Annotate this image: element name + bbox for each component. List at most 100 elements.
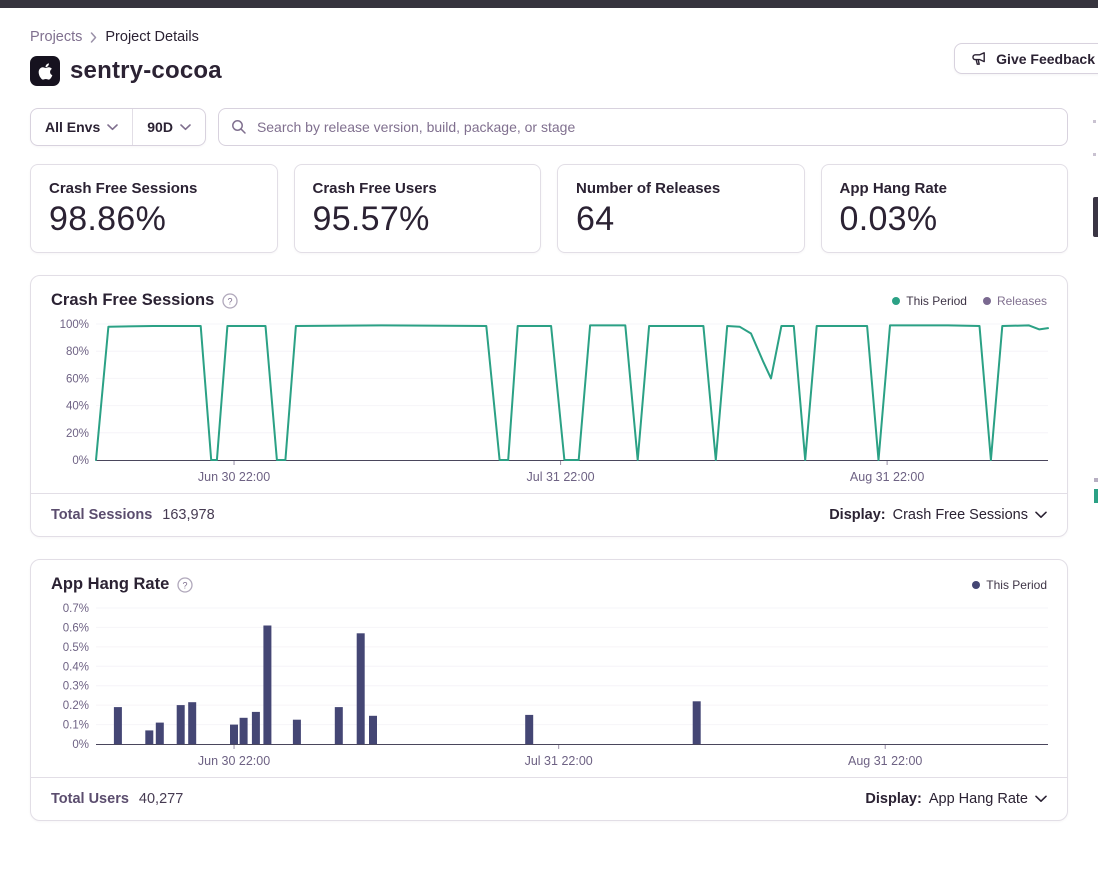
bar <box>357 633 365 744</box>
x-tick-label: Jul 31 22:00 <box>527 470 595 484</box>
y-tick-label: 0.7% <box>63 603 89 615</box>
bar <box>252 712 260 744</box>
stat-cards: Crash Free Sessions 98.86% Crash Free Us… <box>30 164 1068 253</box>
date-range-selector[interactable]: 90D <box>132 109 205 145</box>
bar <box>263 626 271 745</box>
stat-value: 95.57% <box>313 200 523 239</box>
x-tick-label: Aug 31 22:00 <box>850 470 924 484</box>
help-circle-icon[interactable]: ? <box>222 293 238 309</box>
release-search <box>218 108 1068 146</box>
display-selector[interactable]: Display: App Hang Rate <box>865 791 1047 807</box>
page-title: sentry-cocoa <box>70 57 222 85</box>
stat-value: 64 <box>576 200 786 239</box>
search-input[interactable] <box>218 108 1068 146</box>
top-accent-bar <box>0 0 1098 8</box>
filter-bar: All Envs 90D <box>30 108 1068 146</box>
give-feedback-button[interactable]: Give Feedback <box>954 43 1098 74</box>
x-tick-label: Jul 31 22:00 <box>525 754 593 768</box>
total-label: Total Sessions <box>51 507 152 523</box>
x-tick-label: Jun 30 22:00 <box>198 470 270 484</box>
bar <box>177 705 185 744</box>
y-tick-label: 0% <box>72 739 89 751</box>
env-date-picker-group: All Envs 90D <box>30 108 206 146</box>
stat-card-crash-free-sessions: Crash Free Sessions 98.86% <box>30 164 278 253</box>
stat-card-app-hang-rate: App Hang Rate 0.03% <box>821 164 1069 253</box>
bar <box>188 702 196 744</box>
legend-label: Releases <box>997 294 1047 308</box>
y-tick-label: 40% <box>66 401 89 413</box>
breadcrumb-projects-link[interactable]: Projects <box>30 29 82 45</box>
display-selector[interactable]: Display: Crash Free Sessions <box>829 507 1047 523</box>
chevron-right-icon <box>90 32 97 43</box>
bar <box>145 730 153 744</box>
total-sessions: Total Sessions 163,978 <box>51 507 215 523</box>
clipped-content-sliver <box>1094 489 1098 503</box>
panel-footer: Total Sessions 163,978 Display: Crash Fr… <box>31 493 1067 536</box>
legend-item-releases[interactable]: Releases <box>983 294 1047 308</box>
environment-selector-label: All Envs <box>45 119 100 135</box>
chevron-down-icon <box>180 124 191 131</box>
chart-title: App Hang Rate <box>51 575 169 594</box>
total-value: 40,277 <box>139 791 183 807</box>
y-tick-label: 0.1% <box>63 720 89 732</box>
legend-item-this-period[interactable]: This Period <box>892 294 967 308</box>
legend-item-this-period[interactable]: This Period <box>972 578 1047 592</box>
chart-legend: This Period Releases <box>892 294 1047 308</box>
panel-header: Crash Free Sessions ? This Period Releas… <box>31 276 1067 312</box>
stat-label: Crash Free Users <box>313 180 523 197</box>
svg-text:?: ? <box>228 296 233 306</box>
stat-label: Crash Free Sessions <box>49 180 259 197</box>
chevron-down-icon <box>107 124 118 131</box>
breadcrumb-current: Project Details <box>105 29 198 45</box>
bar <box>335 707 343 744</box>
clipped-content-sliver <box>1093 153 1096 156</box>
chart-title: Crash Free Sessions <box>51 291 214 310</box>
total-users: Total Users 40,277 <box>51 791 183 807</box>
breadcrumb: Projects Project Details <box>30 29 1068 45</box>
legend-dot <box>972 581 980 589</box>
bar <box>525 715 533 744</box>
chart-body: 100%80%60%40%20%0%Jun 30 22:00Jul 31 22:… <box>31 312 1067 493</box>
crash-free-sessions-chart: 100%80%60%40%20%0%Jun 30 22:00Jul 31 22:… <box>51 316 1053 488</box>
environment-selector[interactable]: All Envs <box>31 109 132 145</box>
display-value: Crash Free Sessions <box>893 507 1028 523</box>
legend-label: This Period <box>906 294 967 308</box>
display-value: App Hang Rate <box>929 791 1028 807</box>
project-details-page: Projects Project Details Give Feedback s… <box>0 29 1098 821</box>
display-label: Display: <box>829 507 885 523</box>
bar <box>230 725 238 744</box>
y-tick-label: 60% <box>66 373 89 385</box>
stat-value: 0.03% <box>840 200 1050 239</box>
app-hang-rate-panel: App Hang Rate ? This Period 0.7% 0.6% 0.5%… <box>30 559 1068 821</box>
total-value: 163,978 <box>162 507 214 523</box>
legend-dot <box>892 297 900 305</box>
crash-free-sessions-panel: Crash Free Sessions ? This Period Releas… <box>30 275 1068 537</box>
chart-body: 0.7%0.6%0.5%0.4%0.3%0.2%0.1%0%Jun 30 22:… <box>31 596 1067 777</box>
panel-header: App Hang Rate ? This Period <box>31 560 1067 596</box>
legend-label: This Period <box>986 578 1047 592</box>
total-label: Total Users <box>51 791 129 807</box>
megaphone-icon <box>971 51 988 67</box>
stat-card-number-of-releases: Number of Releases 64 <box>557 164 805 253</box>
bar <box>156 723 164 744</box>
chevron-down-icon <box>1035 511 1047 519</box>
y-tick-label: 0% <box>72 455 89 467</box>
y-tick-label: 0.5% <box>63 642 89 654</box>
y-tick-label: 0.4% <box>63 661 89 673</box>
bar <box>240 718 248 744</box>
series-line <box>96 325 1048 460</box>
y-tick-label: 20% <box>66 428 89 440</box>
apple-platform-icon <box>30 56 60 86</box>
display-label: Display: <box>865 791 921 807</box>
bar <box>114 707 122 744</box>
bar <box>369 716 377 744</box>
stat-label: App Hang Rate <box>840 180 1050 197</box>
help-circle-icon[interactable]: ? <box>177 577 193 593</box>
y-tick-label: 0.3% <box>63 681 89 693</box>
clipped-content-sliver <box>1093 120 1096 123</box>
y-tick-label: 0.6% <box>63 622 89 634</box>
chevron-down-icon <box>1035 795 1047 803</box>
date-range-selector-label: 90D <box>147 119 173 135</box>
y-tick-label: 100% <box>60 319 89 331</box>
bar <box>693 701 701 744</box>
